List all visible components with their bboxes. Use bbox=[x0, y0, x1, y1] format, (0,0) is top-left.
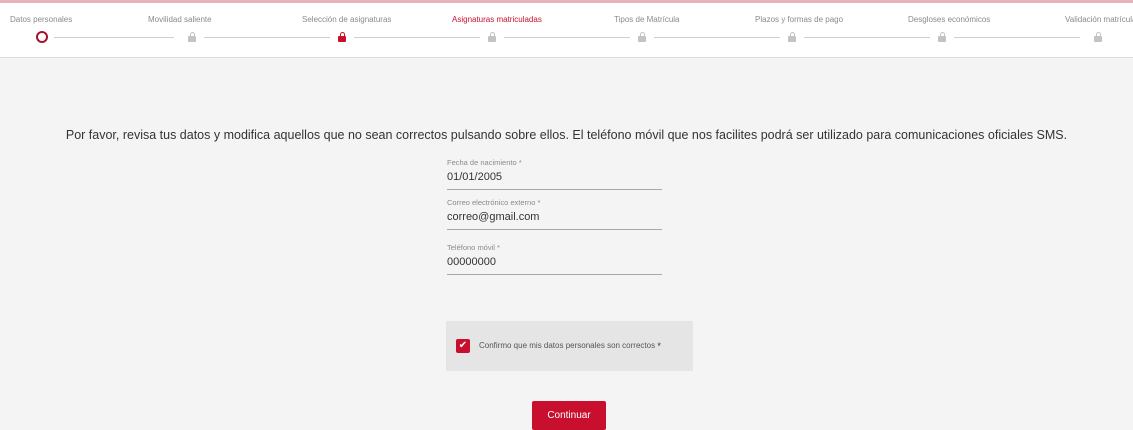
lock-icon bbox=[338, 32, 346, 42]
step-current-indicator[interactable] bbox=[36, 31, 48, 43]
step-connector bbox=[804, 37, 930, 38]
lock-icon bbox=[938, 32, 946, 42]
step-connector bbox=[54, 37, 174, 38]
step-lock-movilidad bbox=[186, 31, 198, 43]
email-label: Correo electrónico externo * bbox=[447, 198, 541, 207]
step-label-datos-personales[interactable]: Datos personales bbox=[10, 15, 72, 24]
lock-icon bbox=[788, 32, 796, 42]
step-label-movilidad-saliente[interactable]: Movilidad saliente bbox=[148, 15, 212, 24]
step-label-seleccion-asignaturas[interactable]: Selección de asignaturas bbox=[302, 15, 391, 24]
step-lock-tipos bbox=[636, 31, 648, 43]
current-step-dot-icon bbox=[36, 31, 48, 43]
step-lock-desgloses bbox=[936, 31, 948, 43]
step-connector bbox=[654, 37, 780, 38]
step-label-desgloses-economicos[interactable]: Desgloses económicos bbox=[908, 15, 990, 24]
confirm-checkbox[interactable]: ✔ bbox=[456, 339, 470, 353]
phone-label: Teléfono móvil * bbox=[447, 243, 500, 252]
phone-input[interactable]: 00000000 bbox=[447, 252, 662, 275]
step-connector bbox=[354, 37, 480, 38]
lock-icon bbox=[1094, 32, 1102, 42]
step-lock-validacion bbox=[1092, 31, 1104, 43]
intro-text: Por favor, revisa tus datos y modifica a… bbox=[65, 128, 1068, 142]
step-label-tipos-matricula[interactable]: Tipos de Matrícula bbox=[614, 15, 680, 24]
step-lock-plazos bbox=[786, 31, 798, 43]
lock-icon bbox=[488, 32, 496, 42]
birth-date-input[interactable]: 01/01/2005 bbox=[447, 167, 662, 190]
confirm-data-box: ✔ Confirmo que mis datos personales son … bbox=[446, 321, 693, 371]
enrollment-stepper: Datos personales Movilidad saliente Sele… bbox=[0, 3, 1133, 58]
step-lock-asignaturas-matriculadas bbox=[486, 31, 498, 43]
lock-icon bbox=[188, 32, 196, 42]
step-label-asignaturas-matriculadas[interactable]: Asignaturas matriculadas bbox=[452, 15, 542, 24]
confirm-label-text: Confirmo que mis datos personales son co… bbox=[479, 341, 656, 350]
email-input[interactable]: correo@gmail.com bbox=[447, 207, 662, 230]
confirm-label[interactable]: Confirmo que mis datos personales son co… bbox=[479, 341, 661, 351]
checkmark-icon: ✔ bbox=[458, 340, 468, 351]
step-lock-seleccion bbox=[336, 31, 348, 43]
step-label-validacion-matricula[interactable]: Validación matrícula bbox=[1065, 15, 1133, 24]
phone-field[interactable]: Teléfono móvil * 00000000 bbox=[447, 243, 662, 275]
step-label-plazos-pago[interactable]: Plazos y formas de pago bbox=[755, 15, 843, 24]
continue-button[interactable]: Continuar bbox=[532, 401, 606, 430]
required-mark: * bbox=[657, 341, 661, 351]
step-connector bbox=[504, 37, 630, 38]
step-connector bbox=[204, 37, 330, 38]
birth-date-field[interactable]: Fecha de nacimiento * 01/01/2005 bbox=[447, 158, 662, 190]
lock-icon bbox=[638, 32, 646, 42]
birth-date-label: Fecha de nacimiento * bbox=[447, 158, 522, 167]
step-connector bbox=[954, 37, 1080, 38]
email-field[interactable]: Correo electrónico externo * correo@gmai… bbox=[447, 198, 662, 230]
